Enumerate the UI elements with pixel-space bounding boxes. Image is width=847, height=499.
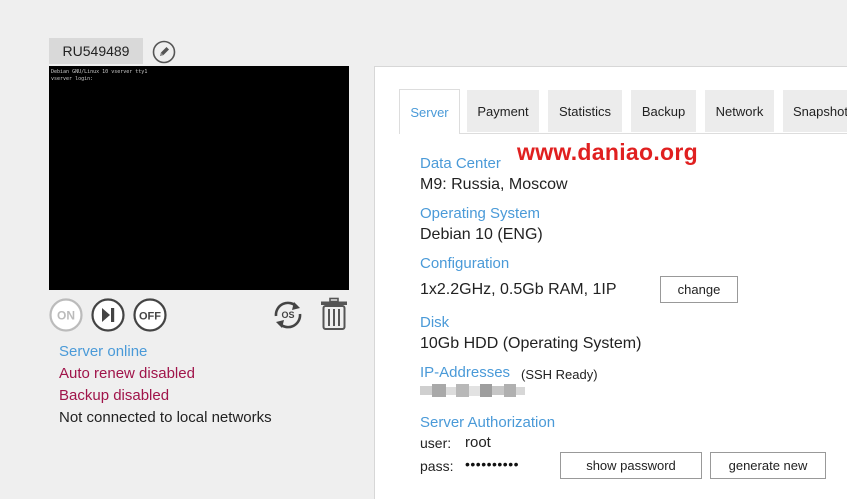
generate-password-button[interactable]: generate new bbox=[710, 452, 826, 479]
reinstall-os-icon: OS bbox=[274, 301, 302, 329]
change-configuration-button[interactable]: change bbox=[660, 276, 738, 303]
reinstall-os-button[interactable]: OS bbox=[268, 296, 308, 334]
svg-text:OFF: OFF bbox=[139, 311, 161, 323]
disk-label: Disk bbox=[420, 314, 450, 331]
console-line: Debian GNU/Linux 10 vserver tty1 bbox=[51, 69, 148, 75]
tab-snapshot[interactable]: Snapshot bbox=[783, 90, 847, 132]
pencil-icon bbox=[152, 40, 176, 64]
datacenter-value: M9: Russia, Moscow bbox=[420, 176, 568, 193]
server-id-label: RU549489 bbox=[49, 38, 143, 64]
os-label: Operating System bbox=[420, 205, 541, 222]
configuration-value: 1x2.2GHz, 0.5Gb RAM, 1IP bbox=[420, 281, 617, 298]
svg-text:ON: ON bbox=[57, 309, 75, 323]
tab-backup[interactable]: Backup bbox=[631, 90, 696, 132]
edit-name-button[interactable] bbox=[152, 40, 176, 64]
disk-value: 10Gb HDD (Operating System) bbox=[420, 335, 642, 352]
tab-network[interactable]: Network bbox=[705, 90, 774, 132]
server-console-screen[interactable]: Debian GNU/Linux 10 vserver tty1 vserver… bbox=[49, 66, 349, 290]
user-value: root bbox=[465, 434, 491, 451]
local-networks-status: Not connected to local networks bbox=[59, 409, 272, 426]
datacenter-label: Data Center bbox=[420, 155, 501, 172]
play-pause-icon bbox=[91, 298, 125, 332]
delete-server-button[interactable] bbox=[319, 297, 349, 331]
configuration-label: Configuration bbox=[420, 255, 510, 272]
auto-renew-status: Auto renew disabled bbox=[59, 365, 195, 382]
tab-server[interactable]: Server bbox=[399, 89, 460, 134]
svg-text:OS: OS bbox=[281, 310, 294, 320]
trash-icon bbox=[321, 297, 347, 330]
power-off-button[interactable]: OFF bbox=[133, 298, 167, 332]
ip-address-redacted bbox=[420, 384, 525, 397]
tab-statistics[interactable]: Statistics bbox=[548, 90, 622, 132]
user-label: user: bbox=[420, 435, 452, 451]
restart-button[interactable] bbox=[91, 298, 125, 332]
pass-value: •••••••••• bbox=[465, 456, 520, 472]
ip-addresses-label: IP-Addresses bbox=[420, 364, 511, 381]
pass-label: pass: bbox=[420, 458, 454, 474]
tab-payment[interactable]: Payment bbox=[467, 90, 539, 132]
power-on-icon: ON bbox=[49, 298, 83, 332]
backup-status: Backup disabled bbox=[59, 387, 170, 404]
server-authorization-label: Server Authorization bbox=[420, 414, 556, 431]
power-on-button[interactable]: ON bbox=[49, 298, 83, 332]
ssh-ready-note: (SSH Ready) bbox=[521, 367, 598, 382]
os-value: Debian 10 (ENG) bbox=[420, 226, 543, 243]
tab-divider bbox=[459, 133, 847, 134]
power-off-icon: OFF bbox=[133, 298, 167, 332]
console-line: vserver login: bbox=[51, 76, 94, 82]
show-password-button[interactable]: show password bbox=[560, 452, 702, 479]
watermark-text: www.daniao.org bbox=[517, 139, 698, 165]
server-online-status: Server online bbox=[59, 343, 148, 360]
